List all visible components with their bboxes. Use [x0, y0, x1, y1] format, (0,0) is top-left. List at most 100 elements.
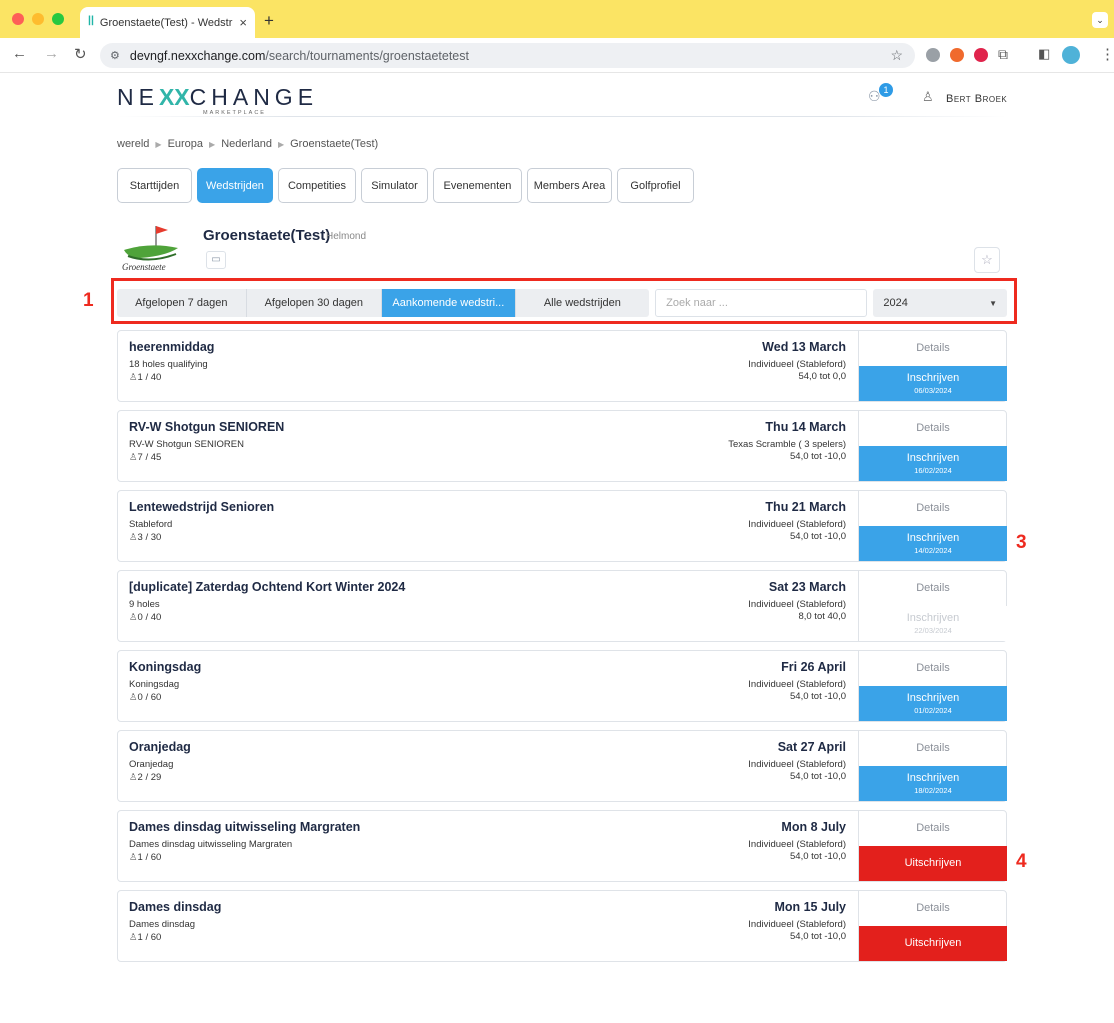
player-count: ♙2 / 29 — [129, 772, 161, 783]
tournament-title[interactable]: Lentewedstrijd Senioren — [129, 500, 274, 514]
tab-golfprofiel[interactable]: Golfprofiel — [617, 168, 694, 203]
enroll-deadline: 06/03/2024 — [914, 386, 952, 395]
close-tab-icon[interactable]: × — [239, 15, 247, 30]
tab-wedstrijden[interactable]: Wedstrijden — [197, 168, 273, 203]
tournament-card: RV-W Shotgun SENIOREN RV-W Shotgun SENIO… — [117, 410, 1007, 482]
tournament-title[interactable]: RV-W Shotgun SENIOREN — [129, 420, 284, 434]
enroll-button[interactable]: Inschrijven 18/02/2024 — [859, 766, 1007, 801]
tournament-date: Mon 8 July — [781, 820, 846, 834]
enroll-button-disabled: Inschrijven 22/03/2024 — [859, 606, 1007, 641]
profile-avatar[interactable] — [1062, 46, 1080, 64]
player-count-value: 1 / 60 — [137, 852, 162, 863]
extensions-puzzle-icon[interactable]: ⧉ — [998, 46, 1008, 63]
club-city: Helmond — [326, 231, 367, 242]
tournament-card: Lentewedstrijd Senioren Stableford ♙3 / … — [117, 490, 1007, 562]
breadcrumb-separator-icon: ▶ — [277, 139, 285, 149]
tournament-format: Individueel (Stableford) — [748, 679, 846, 690]
player-count-value: 0 / 40 — [137, 612, 162, 623]
details-button[interactable]: Details — [859, 331, 1007, 365]
tournament-title[interactable]: Oranjedag — [129, 740, 191, 754]
tournament-title[interactable]: [duplicate] Zaterdag Ochtend Kort Winter… — [129, 580, 405, 594]
player-count-value: 1 / 60 — [137, 932, 162, 943]
user-name[interactable]: Bert Broek — [946, 93, 1007, 105]
details-button[interactable]: Details — [859, 651, 1007, 685]
tournament-date: Sat 27 April — [777, 740, 846, 754]
tournament-title[interactable]: Dames dinsdag uitwisseling Margraten — [129, 820, 360, 834]
player-count: ♙1 / 60 — [129, 932, 161, 943]
tournament-format: Individueel (Stableford) — [748, 759, 846, 770]
nexxchange-logo[interactable]: NEXXCHANGE — [117, 84, 318, 111]
person-icon: ♙ — [129, 532, 138, 543]
header-divider — [117, 116, 1007, 117]
notifications-button[interactable]: ⚇ 1 — [868, 83, 894, 108]
extension-icon[interactable] — [926, 48, 940, 62]
annotation-marker-4: 4 — [1016, 851, 1027, 872]
tournament-format: Individueel (Stableford) — [748, 599, 846, 610]
enroll-deadline: 18/02/2024 — [914, 786, 952, 795]
bookmark-star-icon[interactable]: ☆ — [890, 47, 903, 64]
new-tab-icon[interactable]: + — [264, 11, 274, 31]
enroll-label: Inschrijven — [906, 772, 960, 784]
tournament-subtitle: 18 holes qualifying — [129, 359, 208, 370]
details-button[interactable]: Details — [859, 411, 1007, 445]
tab-competities[interactable]: Competities — [278, 168, 356, 203]
minimize-window-button[interactable] — [32, 13, 44, 25]
breadcrumb-separator-icon: ▶ — [155, 139, 162, 149]
forward-icon[interactable]: → — [44, 45, 59, 62]
enroll-button[interactable]: Inschrijven 16/02/2024 — [859, 446, 1007, 481]
maximize-window-button[interactable] — [52, 13, 64, 25]
tournament-date: Thu 14 March — [765, 420, 846, 434]
favorite-star-icon[interactable]: ☆ — [974, 247, 1000, 273]
enroll-deadline: 16/02/2024 — [914, 466, 952, 475]
tournament-date: Thu 21 March — [765, 500, 846, 514]
breadcrumb-item[interactable]: Nederland — [221, 138, 272, 150]
enroll-button[interactable]: Inschrijven 14/02/2024 — [859, 526, 1007, 561]
url-input[interactable]: ⚙ devngf.nexxchange.com/search/tournamen… — [100, 43, 915, 68]
details-button[interactable]: Details — [859, 731, 1007, 765]
details-button[interactable]: Details — [859, 811, 1007, 845]
enroll-button[interactable]: Inschrijven 01/02/2024 — [859, 686, 1007, 721]
user-icon[interactable]: ♙ — [922, 89, 934, 105]
tournament-subtitle: Stableford — [129, 519, 173, 530]
person-icon: ♙ — [129, 452, 138, 463]
reload-icon[interactable]: ↻ — [74, 45, 87, 63]
main-nav-tabs: Starttijden Wedstrijden Competities Simu… — [117, 168, 694, 203]
unenroll-button[interactable]: Uitschrijven — [859, 846, 1007, 881]
extension-icon[interactable] — [950, 48, 964, 62]
unenroll-button[interactable]: Uitschrijven — [859, 926, 1007, 961]
breadcrumb-item[interactable]: Groenstaete(Test) — [290, 138, 378, 150]
browser-menu-icon[interactable]: ⋮ — [1100, 45, 1114, 63]
browser-tab[interactable]: ꟾꟾ Groenstaete(Test) - Wedstrijd × — [80, 7, 255, 38]
person-icon: ♙ — [129, 612, 138, 623]
tournament-card: heerenmiddag 18 holes qualifying ♙1 / 40… — [117, 330, 1007, 402]
tab-evenementen[interactable]: Evenementen — [433, 168, 522, 203]
tab-members-area[interactable]: Members Area — [527, 168, 612, 203]
tournament-date: Fri 26 April — [781, 660, 846, 674]
tab-search-chevron-icon[interactable]: ⌄ — [1092, 12, 1108, 28]
unenroll-label: Uitschrijven — [904, 937, 962, 949]
tournament-title[interactable]: Dames dinsdag — [129, 900, 221, 914]
site-settings-icon[interactable]: ⚙ — [110, 49, 120, 62]
tournament-actions: Details Uitschrijven — [858, 811, 1007, 881]
tab-starttijden[interactable]: Starttijden — [117, 168, 192, 203]
breadcrumb-item[interactable]: Europa — [168, 138, 203, 150]
annotation-marker-3: 3 — [1016, 532, 1027, 553]
enroll-button[interactable]: Inschrijven 06/03/2024 — [859, 366, 1007, 401]
tournament-card: [duplicate] Zaterdag Ochtend Kort Winter… — [117, 570, 1007, 642]
tournament-title[interactable]: Koningsdag — [129, 660, 201, 674]
extension-icon[interactable] — [974, 48, 988, 62]
club-logo: Groenstaete — [122, 226, 178, 272]
breadcrumb-item[interactable]: wereld — [117, 138, 149, 150]
breadcrumb-separator-icon: ▶ — [209, 139, 216, 149]
tournament-card: Oranjedag Oranjedag ♙2 / 29 Sat 27 April… — [117, 730, 1007, 802]
tab-simulator[interactable]: Simulator — [361, 168, 428, 203]
tournament-title[interactable]: heerenmiddag — [129, 340, 214, 354]
handicap-range: 54,0 tot -10,0 — [790, 451, 846, 462]
details-button[interactable]: Details — [859, 491, 1007, 525]
details-button[interactable]: Details — [859, 891, 1007, 925]
back-icon[interactable]: ← — [12, 45, 27, 62]
side-panel-icon[interactable]: ◧ — [1038, 46, 1050, 62]
details-button[interactable]: Details — [859, 571, 1007, 605]
close-window-button[interactable] — [12, 13, 24, 25]
credit-card-icon[interactable]: ▭ — [206, 251, 226, 269]
